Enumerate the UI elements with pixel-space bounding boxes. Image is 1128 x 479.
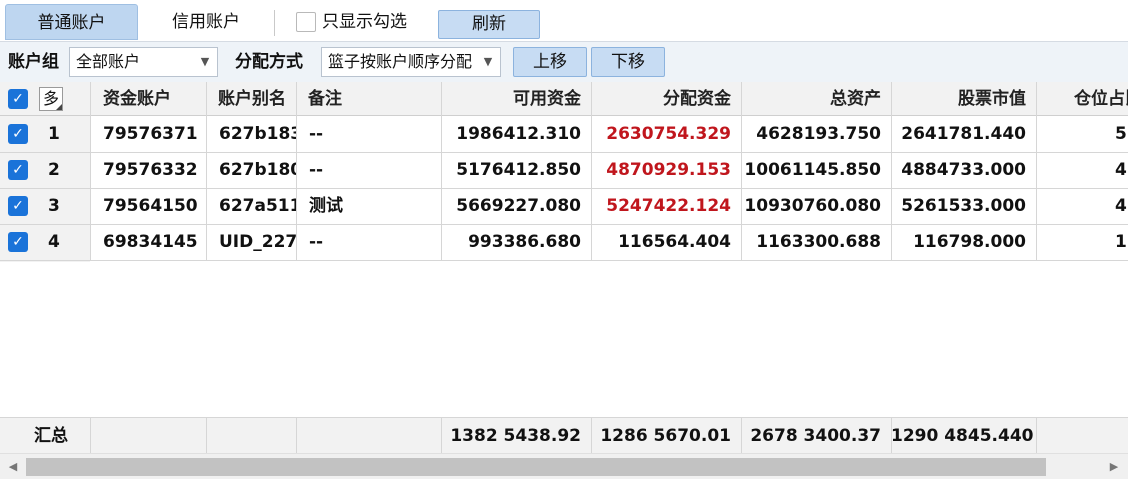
summary-label: 汇总	[34, 426, 68, 446]
cell-market-value: 2641781.440	[901, 124, 1026, 144]
select-all-checkbox[interactable]: ✓	[8, 89, 28, 109]
column-divider	[441, 418, 442, 454]
chevron-down-icon: ▼	[200, 55, 210, 68]
row-index: 1	[48, 124, 60, 144]
cell-account: 79576371	[103, 124, 198, 144]
column-divider	[741, 82, 742, 260]
row-divider	[0, 260, 1128, 261]
column-divider	[891, 418, 892, 454]
header-allocated[interactable]: 分配资金	[591, 82, 741, 116]
scroll-left-icon[interactable]: ◀	[3, 457, 23, 477]
cell-market-value: 5261533.000	[901, 196, 1026, 216]
multi-select-button[interactable]: 多	[39, 87, 63, 111]
row-checkbox[interactable]: ✓	[8, 160, 28, 180]
column-divider	[1036, 418, 1037, 454]
summary-row: 汇总 1382 5438.92 1286 5670.01 2678 3400.3…	[0, 417, 1128, 454]
column-divider	[591, 418, 592, 454]
cell-allocated: 4870929.153	[606, 160, 731, 180]
cell-remark: --	[309, 160, 324, 180]
summary-total-assets: 2678 3400.37	[750, 426, 881, 446]
cell-account: 79564150	[103, 196, 198, 216]
cell-account: 79576332	[103, 160, 198, 180]
scroll-right-icon[interactable]: ▶	[1104, 457, 1124, 477]
cell-position-ratio: 5	[1115, 124, 1127, 144]
header-alias[interactable]: 账户别名	[218, 82, 296, 116]
cell-total-assets: 10930760.080	[744, 196, 881, 216]
cell-remark: --	[309, 232, 324, 252]
column-divider	[90, 418, 91, 454]
cell-market-value: 116798.000	[913, 232, 1026, 252]
tab-credit-account[interactable]: 信用账户	[140, 4, 272, 40]
summary-allocated: 1286 5670.01	[600, 426, 731, 446]
move-up-button[interactable]: 上移	[513, 47, 587, 77]
header-available[interactable]: 可用资金	[441, 82, 591, 116]
tab-divider	[274, 10, 275, 36]
cell-position-ratio: 4	[1115, 196, 1127, 216]
column-divider	[1036, 82, 1037, 260]
account-table: ✓ 多 资金账户 账户别名 备注 可用资金 分配资金 总资产 股票市值 仓位占比…	[0, 82, 1128, 418]
cell-available: 993386.680	[468, 232, 581, 252]
alloc-method-label: 分配方式	[235, 52, 303, 72]
column-divider	[296, 82, 297, 260]
refresh-button[interactable]: 刷新	[438, 10, 540, 39]
row-checkbox[interactable]: ✓	[8, 196, 28, 216]
summary-market-value: 1290 4845.440	[891, 426, 1034, 446]
cell-available: 5176412.850	[456, 160, 581, 180]
cell-remark: 测试	[309, 196, 343, 216]
cell-position-ratio: 4	[1115, 160, 1127, 180]
cell-allocated: 5247422.124	[606, 196, 731, 216]
cell-allocated: 2630754.329	[606, 124, 731, 144]
scrollbar-thumb[interactable]	[26, 458, 1046, 476]
cell-position-ratio: 1	[1115, 232, 1127, 252]
move-down-button[interactable]: 下移	[591, 47, 665, 77]
cell-remark: --	[309, 124, 324, 144]
column-divider	[296, 418, 297, 454]
horizontal-scrollbar[interactable]: ◀ ▶	[0, 453, 1128, 479]
cell-total-assets: 4628193.750	[756, 124, 881, 144]
row-checkbox[interactable]: ✓	[8, 232, 28, 252]
corner-triangle-icon	[56, 104, 62, 110]
header-account[interactable]: 资金账户	[103, 82, 203, 116]
column-divider	[441, 82, 442, 260]
cell-alias: 627b183	[219, 124, 296, 144]
row-checkbox[interactable]: ✓	[8, 124, 28, 144]
header-total-assets[interactable]: 总资产	[741, 82, 891, 116]
column-divider	[90, 82, 91, 260]
column-divider	[206, 82, 207, 260]
table-header: ✓ 多 资金账户 账户别名 备注 可用资金 分配资金 总资产 股票市值 仓位占比	[0, 82, 1128, 116]
column-divider	[591, 82, 592, 260]
alloc-method-value: 篮子按账户顺序分配	[328, 52, 473, 71]
cell-total-assets: 1163300.688	[756, 232, 881, 252]
only-checked-checkbox[interactable]	[296, 12, 316, 32]
account-group-value: 全部账户	[76, 52, 141, 71]
chevron-down-icon: ▼	[483, 55, 493, 68]
cell-market-value: 4884733.000	[901, 160, 1026, 180]
tab-bar: 普通账户 信用账户 只显示勾选 刷新	[0, 0, 1128, 42]
row-index: 4	[48, 232, 60, 252]
cell-available: 5669227.080	[456, 196, 581, 216]
header-position-ratio[interactable]: 仓位占比	[1074, 82, 1128, 116]
cell-total-assets: 10061145.850	[744, 160, 881, 180]
column-divider	[891, 82, 892, 260]
alloc-method-select[interactable]: 篮子按账户顺序分配 ▼	[321, 47, 501, 77]
column-divider	[741, 418, 742, 454]
cell-alias: 627a511	[219, 196, 296, 216]
account-group-select[interactable]: 全部账户 ▼	[69, 47, 218, 77]
cell-alias: 627b180	[219, 160, 296, 180]
only-checked-label[interactable]: 只显示勾选	[322, 8, 407, 36]
toolbar: 账户组 全部账户 ▼ 分配方式 篮子按账户顺序分配 ▼ 上移 下移	[0, 42, 1128, 82]
cell-account: 69834145	[103, 232, 198, 252]
account-group-label: 账户组	[8, 52, 59, 72]
header-remark[interactable]: 备注	[308, 82, 438, 116]
header-market-value[interactable]: 股票市值	[891, 82, 1036, 116]
cell-available: 1986412.310	[456, 124, 581, 144]
cell-allocated: 116564.404	[618, 232, 731, 252]
summary-available: 1382 5438.92	[450, 426, 581, 446]
tab-normal-account[interactable]: 普通账户	[5, 4, 138, 40]
row-index: 3	[48, 196, 60, 216]
row-index: 2	[48, 160, 60, 180]
cell-alias: UID_2270	[219, 232, 296, 252]
column-divider	[206, 418, 207, 454]
